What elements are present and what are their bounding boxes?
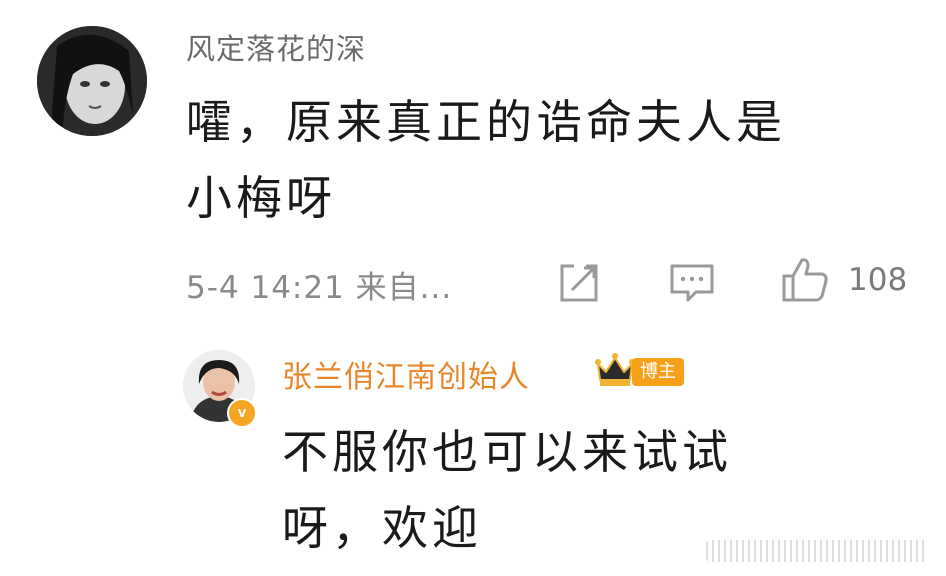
comment-username[interactable]: 风定落花的深 bbox=[186, 26, 366, 68]
share-icon[interactable] bbox=[556, 260, 602, 306]
comment-meta: 5-4 14:21 来自... bbox=[186, 270, 453, 306]
user-avatar[interactable] bbox=[37, 26, 147, 136]
crown-icon bbox=[595, 353, 635, 386]
watermark-overlay bbox=[706, 540, 928, 562]
like-icon[interactable] bbox=[780, 256, 830, 304]
reply-text-line: 不服你也可以来试试 bbox=[282, 425, 732, 479]
comment-text-line: 嚯，原来真正的诰命夫人是 bbox=[186, 95, 786, 149]
like-count: 108 bbox=[848, 262, 908, 298]
avatar-image bbox=[37, 26, 147, 136]
reply-username[interactable]: 张兰俏江南创始人 bbox=[282, 352, 530, 396]
comment-item: 风定落花的深 嚯，原来真正的诰命夫人是 小梅呀 5-4 14:21 来自... … bbox=[0, 0, 946, 330]
verified-icon: v bbox=[227, 398, 257, 428]
comment-text-line: 小梅呀 bbox=[186, 171, 336, 225]
author-tag-badge: 博主 bbox=[632, 358, 684, 386]
comment-icon[interactable] bbox=[668, 260, 716, 306]
comment-text: 嚯，原来真正的诰命夫人是 小梅呀 bbox=[186, 84, 916, 236]
